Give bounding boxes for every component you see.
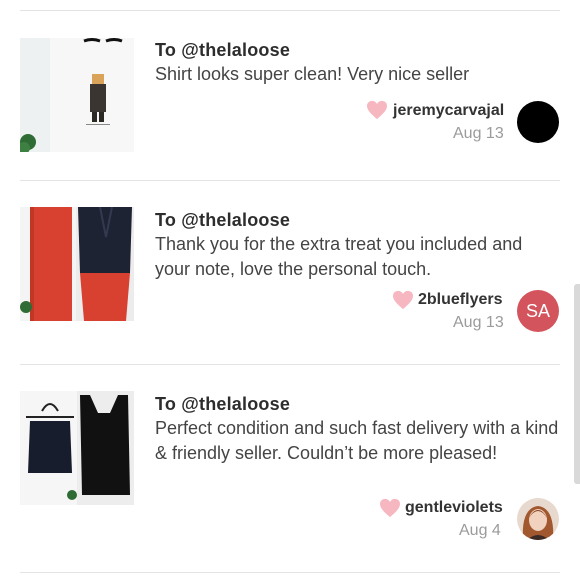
review-recipient: To @thelaloose [155,210,291,230]
listing-thumbnail[interactable] [20,391,134,505]
listing-thumbnail[interactable] [20,207,134,321]
review-username[interactable]: 2blueflyers [418,291,502,309]
review-username[interactable]: gentleviolets [405,499,503,517]
heart-icon[interactable] [392,290,414,310]
avatar[interactable]: SA [517,290,559,332]
scrollbar[interactable] [574,284,580,484]
heart-icon[interactable] [379,498,401,518]
review-date: Aug 13 [453,314,504,331]
divider [20,364,560,365]
review-message: Perfect condition and such fast delivery… [155,418,559,463]
divider [20,572,560,573]
review-message: Thank you for the extra treat you includ… [155,234,523,279]
review-recipient: To @thelaloose [155,394,291,414]
review-item[interactable]: To @thelaloose Perfect condition and suc… [0,0,580,540]
avatar[interactable] [517,498,559,540]
review-date: Aug 4 [459,522,501,539]
avatar-initials: SA [525,300,550,321]
